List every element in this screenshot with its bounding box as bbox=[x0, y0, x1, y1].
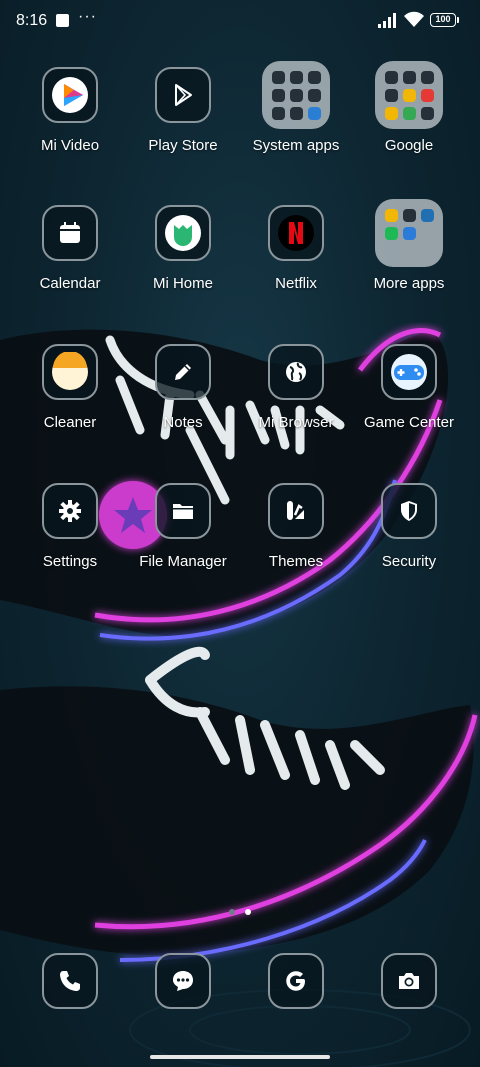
app-label: Security bbox=[381, 553, 437, 570]
app-label: Mi Video bbox=[40, 137, 100, 154]
folder-system-apps[interactable]: System apps bbox=[241, 61, 351, 154]
folder-google[interactable]: Google bbox=[354, 61, 464, 154]
app-label: Notes bbox=[163, 414, 203, 431]
phone-icon[interactable] bbox=[42, 953, 98, 1009]
app-label: Game Center bbox=[363, 414, 455, 431]
gamepad-icon bbox=[381, 344, 437, 400]
app-label: Netflix bbox=[275, 275, 317, 292]
themes-icon bbox=[268, 483, 324, 539]
app-label: Calendar bbox=[39, 275, 101, 292]
globe-icon bbox=[268, 344, 324, 400]
mi-home-icon bbox=[155, 205, 211, 261]
app-themes[interactable]: Themes bbox=[241, 483, 351, 570]
app-label: System apps bbox=[252, 137, 340, 154]
calendar-icon bbox=[42, 205, 98, 261]
app-settings[interactable]: Settings bbox=[15, 483, 125, 570]
app-play-store[interactable]: Play Store bbox=[128, 67, 238, 154]
app-label: File Manager bbox=[139, 553, 227, 570]
status-time: 8:16 bbox=[16, 12, 48, 29]
gear-icon bbox=[42, 483, 98, 539]
app-mi-video[interactable]: Mi Video bbox=[15, 67, 125, 154]
battery-tip bbox=[457, 17, 459, 23]
app-netflix[interactable]: Netflix bbox=[241, 205, 351, 292]
app-label: Google bbox=[384, 137, 434, 154]
folder-more-apps[interactable]: More apps bbox=[354, 199, 464, 292]
app-label: Cleaner bbox=[43, 414, 97, 431]
pencil-icon bbox=[155, 344, 211, 400]
home-gesture-bar[interactable] bbox=[150, 1055, 330, 1059]
more-notifications-icon: ··· bbox=[78, 8, 97, 25]
app-notes[interactable]: Notes bbox=[128, 344, 238, 431]
google-icon[interactable] bbox=[268, 953, 324, 1009]
app-game-center[interactable]: Game Center bbox=[354, 344, 464, 431]
signal-icon bbox=[378, 13, 396, 28]
app-calendar[interactable]: Calendar bbox=[15, 205, 125, 292]
notification-icon bbox=[56, 14, 69, 27]
battery-icon: 100 bbox=[430, 13, 456, 27]
folder-icon bbox=[375, 61, 443, 129]
page-indicator-dot-active[interactable] bbox=[245, 909, 251, 915]
mi-video-icon bbox=[42, 67, 98, 123]
app-label: Mi Home bbox=[152, 275, 213, 292]
app-mi-home[interactable]: Mi Home bbox=[128, 205, 238, 292]
netflix-icon bbox=[268, 205, 324, 261]
status-bar: 8:16 ··· 100 bbox=[0, 0, 480, 44]
app-label: Mi Browser bbox=[258, 414, 334, 431]
app-cleaner[interactable]: Cleaner bbox=[15, 344, 125, 431]
messages-icon[interactable] bbox=[155, 953, 211, 1009]
app-mi-browser[interactable]: Mi Browser bbox=[241, 344, 351, 431]
play-store-icon bbox=[155, 67, 211, 123]
shield-icon bbox=[381, 483, 437, 539]
camera-icon[interactable] bbox=[381, 953, 437, 1009]
wifi-icon bbox=[404, 11, 424, 27]
app-file-manager[interactable]: File Manager bbox=[128, 483, 238, 570]
app-label: More apps bbox=[373, 275, 445, 292]
app-label: Themes bbox=[268, 553, 324, 570]
app-label: Play Store bbox=[148, 137, 218, 154]
app-label: Settings bbox=[42, 553, 98, 570]
page-indicator-dot[interactable] bbox=[229, 909, 235, 915]
folder-icon bbox=[375, 199, 443, 267]
cleaner-icon bbox=[42, 344, 98, 400]
folder-icon bbox=[262, 61, 330, 129]
folder-icon bbox=[155, 483, 211, 539]
app-security[interactable]: Security bbox=[354, 483, 464, 570]
